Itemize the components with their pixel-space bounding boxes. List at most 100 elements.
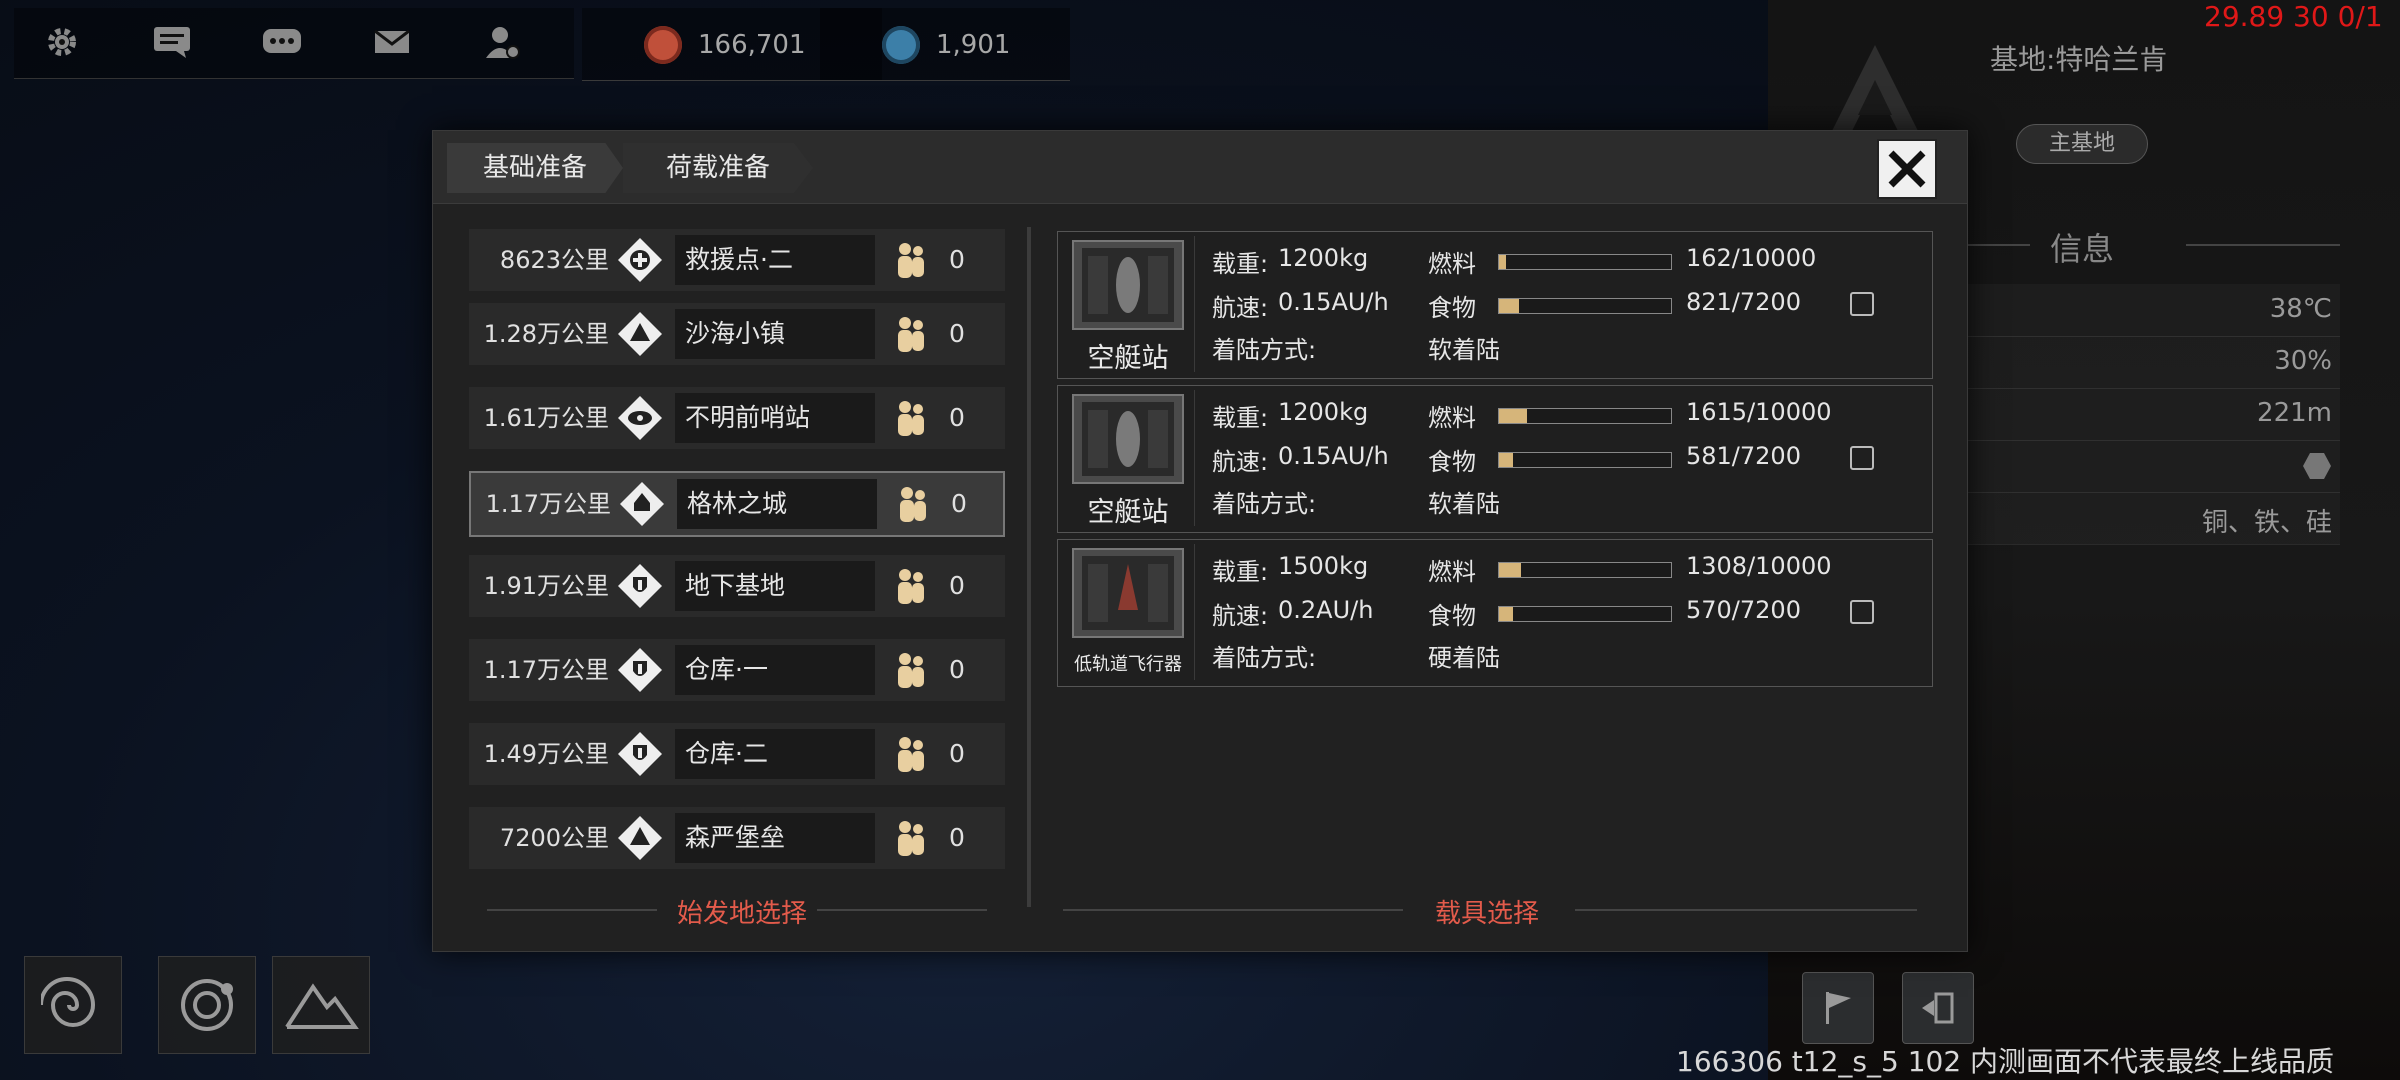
vehicle-card-1[interactable]: 空艇站 载重: 1200kg 航速: 0.15AU/h 着陆方式: 软着陆 燃料… [1057,385,1933,533]
fuel-value: 162/10000 [1686,244,1817,272]
galaxy-icon [41,977,96,1027]
origin-item-2[interactable]: 1.61万公里 不明前哨站 0 [469,387,1005,449]
launch-prep-dialog: 基础准备 荷载准备 8623公里 救援点·二 0 1.28万公里 沙海小镇 0 … [432,130,1968,952]
fuel-fill [1499,563,1522,577]
food-bar [1498,606,1672,622]
origin-item-5[interactable]: 1.17万公里 仓库·一 0 [469,639,1005,701]
vehicle-card-0[interactable]: 空艇站 载重: 1200kg 航速: 0.15AU/h 着陆方式: 软着陆 燃料… [1057,231,1933,379]
vehicle-image: 低轨道飞行器 [1062,544,1195,680]
tab-bar: 基础准备 荷载准备 [433,131,1967,204]
origin-distance: 7200公里 [499,824,609,852]
origin-item-7[interactable]: 7200公里 森严堡垒 0 [469,807,1005,869]
origin-item-1[interactable]: 1.28万公里 沙海小镇 0 [469,303,1005,365]
food-bar [1498,452,1672,468]
load-value: 1200kg [1278,398,1369,426]
vehicle-checkbox[interactable] [1850,292,1874,316]
resource-tech: 1,901 [820,8,1070,81]
planet-orbit-button[interactable] [158,956,256,1054]
origin-name: 仓库·二 [675,729,875,779]
orbital-craft-icon [1072,548,1184,638]
origin-name: 森严堡垒 [675,813,875,863]
tab-basic-prep[interactable]: 基础准备 [447,143,623,193]
speed-label: 航速: [1212,448,1269,476]
origin-item-0[interactable]: 8623公里 救援点·二 0 [469,229,1005,291]
watermark: 166306 t12_s_5 102 内测画面不代表最终上线品质 [1676,1045,2335,1078]
fuel-fill [1499,255,1506,269]
origin-section-title: 始发地选择 [677,899,808,929]
origin-distance: 8623公里 [499,246,609,274]
stat-terrain [1960,440,2340,493]
user-icon[interactable] [480,22,524,62]
origin-item-4[interactable]: 1.91万公里 地下基地 0 [469,555,1005,617]
flag-button[interactable] [1802,972,1874,1044]
vehicle-title-line-left [1063,909,1403,911]
origin-name: 仓库·一 [675,645,875,695]
vehicle-checkbox[interactable] [1850,446,1874,470]
main-base-badge: 主基地 [2016,124,2148,164]
gear-icon[interactable] [40,22,84,62]
close-button[interactable] [1877,139,1937,199]
crew-count: 0 [949,655,965,684]
chat-icon[interactable] [150,22,194,62]
food-bar [1498,298,1672,314]
crew-count: 0 [949,823,965,852]
origin-distance: 1.17万公里 [485,490,611,518]
tab-payload-prep[interactable]: 荷载准备 [623,143,813,193]
exit-button[interactable] [1902,972,1974,1044]
rescue-plus-icon [617,237,663,283]
stat-value: 30% [2274,346,2332,376]
fuel-value: 1615/10000 [1686,398,1832,426]
speed-label: 航速: [1212,602,1269,630]
origin-title-line-left [487,909,657,911]
shield-icon [617,647,663,693]
food-fill [1499,607,1513,621]
mail-icon[interactable] [370,22,414,62]
tech-value: 1,901 [936,30,1011,60]
galaxy-button[interactable] [24,956,122,1054]
crew-count: 0 [949,319,965,348]
top-toolbar [14,8,574,79]
food-label: 食物 [1428,448,1476,476]
vehicle-card-2[interactable]: 低轨道飞行器 载重: 1500kg 航速: 0.2AU/h 着陆方式: 硬着陆 … [1057,539,1933,687]
fortress-icon [617,815,663,861]
message-bubble-icon[interactable] [260,22,304,62]
flag-icon [1826,992,1851,1024]
origin-item-6[interactable]: 1.49万公里 仓库·二 0 [469,723,1005,785]
tech-resource-icon [882,26,920,64]
origin-distance: 1.28万公里 [483,320,609,348]
food-label: 食物 [1428,294,1476,322]
outpost-eye-icon [617,395,663,441]
mineral-resource-icon [644,26,682,64]
terrain-hex-icon [2302,452,2332,487]
fuel-value: 1308/10000 [1686,552,1832,580]
food-value: 581/7200 [1686,442,1801,470]
stat-value: 221m [2257,398,2332,428]
crew-icon [893,567,929,605]
stat-humidity: 30% [1960,336,2340,389]
vehicle-name: 空艇站 [1087,343,1169,374]
speed-value: 0.15AU/h [1278,442,1389,470]
list-scrollbar[interactable] [1027,227,1031,907]
food-fill [1499,453,1513,467]
stat-altitude: 221m [1960,388,2340,441]
info-divider-left [1960,244,2030,246]
airship-station-icon [1072,240,1184,330]
vehicle-title-line-right [1575,909,1917,911]
fuel-label: 燃料 [1428,558,1476,586]
stat-temperature: 38℃ [1960,284,2340,337]
mountain-button[interactable] [272,956,370,1054]
info-divider-right [2186,244,2340,246]
vehicle-checkbox[interactable] [1850,600,1874,624]
load-value: 1500kg [1278,552,1369,580]
food-fill [1499,299,1519,313]
landing-label: 着陆方式: [1212,336,1317,364]
crew-icon [893,651,929,689]
crew-icon [895,485,931,523]
origin-item-3[interactable]: 1.17万公里 格林之城 0 [469,471,1005,537]
food-label: 食物 [1428,602,1476,630]
crew-count: 0 [949,245,965,274]
origin-name: 地下基地 [675,561,875,611]
town-icon [617,311,663,357]
origin-name: 格林之城 [677,479,877,529]
fuel-fill [1499,409,1527,423]
